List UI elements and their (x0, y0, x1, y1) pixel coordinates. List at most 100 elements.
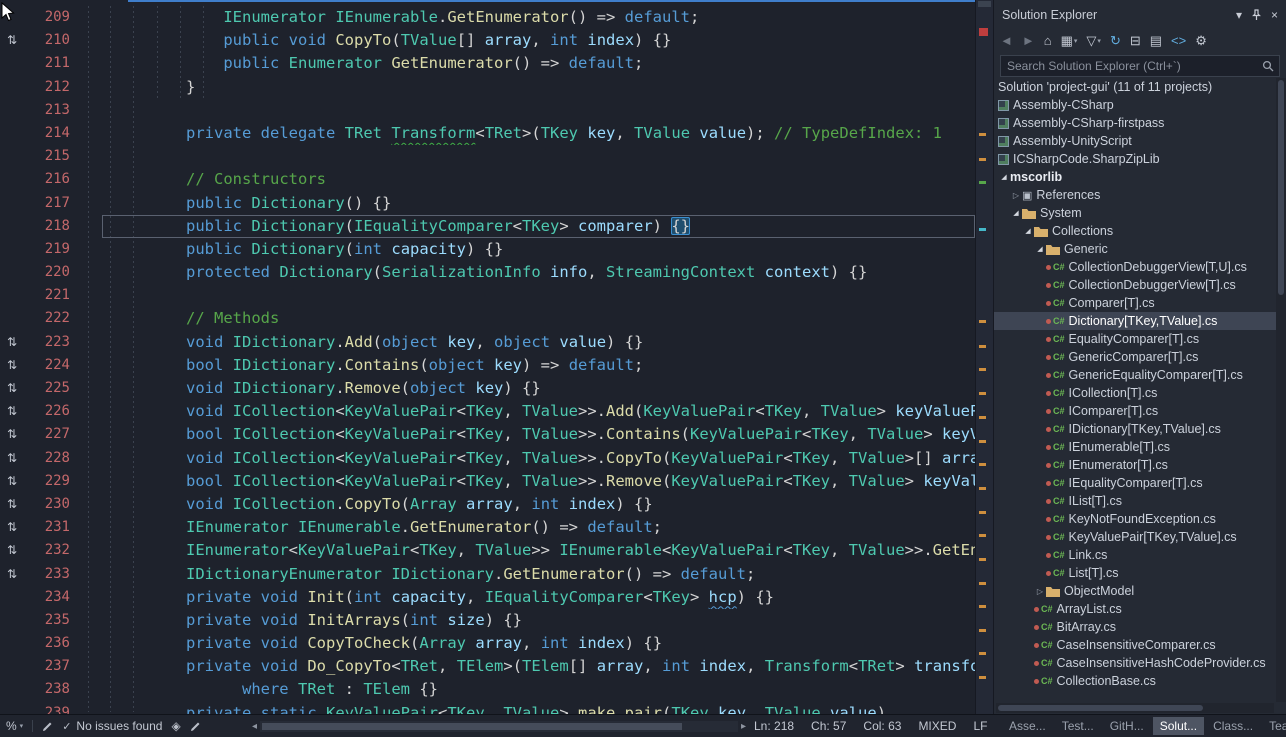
glyph-margin[interactable] (0, 678, 24, 701)
tool-tab-test[interactable]: Test... (1055, 717, 1101, 735)
code-text[interactable]: void ICollection<KeyValuePair<TKey, TVal… (102, 447, 975, 470)
tree-item-project[interactable]: Assembly-CSharp-firstpass (994, 114, 1276, 132)
code-text[interactable]: private void CopyToCheck(Array array, in… (102, 632, 975, 655)
tree-item-file[interactable]: C#ArrayList.cs (994, 600, 1276, 618)
tree-item-file[interactable]: C#IEqualityComparer[T].cs (994, 474, 1276, 492)
tree-item-file[interactable]: C#CollectionDebuggerView[T,U].cs (994, 258, 1276, 276)
tree-item-file[interactable]: C#Comparer[T].cs (994, 294, 1276, 312)
search-icon[interactable] (1262, 60, 1274, 72)
glyph-margin[interactable] (0, 238, 24, 261)
chevron-expanded-icon[interactable]: ◢ (1010, 209, 1022, 217)
code-text[interactable]: IEnumerator<KeyValuePair<TKey, TValue>> … (102, 539, 975, 562)
scroll-thumb[interactable] (1278, 80, 1284, 295)
tree-item-file[interactable]: C#EqualityComparer[T].cs (994, 330, 1276, 348)
glyph-margin[interactable] (0, 215, 24, 238)
explorer-vscrollbar[interactable] (1276, 78, 1286, 702)
glyph-margin[interactable] (0, 145, 24, 168)
glyph-margin[interactable] (0, 261, 24, 284)
pending-changes-filter-icon[interactable]: ▽▾ (1084, 32, 1103, 50)
override-indicator-icon[interactable]: ⇅ (0, 377, 24, 400)
override-indicator-icon[interactable]: ⇅ (0, 516, 24, 539)
pen-icon[interactable] (190, 721, 201, 732)
code-text[interactable] (102, 145, 975, 168)
override-indicator-icon[interactable]: ⇅ (0, 423, 24, 446)
close-icon[interactable]: × (1271, 8, 1278, 22)
tool-tab-asse[interactable]: Asse... (1002, 717, 1053, 735)
code-text[interactable] (102, 284, 975, 307)
code-text[interactable]: IEnumerator IEnumerable.GetEnumerator() … (102, 516, 975, 539)
pin-icon[interactable] (1251, 9, 1262, 21)
search-input[interactable] (1000, 55, 1280, 77)
forward-icon[interactable]: ► (1020, 32, 1037, 49)
glyph-margin[interactable] (0, 586, 24, 609)
tree-item-file[interactable]: C#ICollection[T].cs (994, 384, 1276, 402)
tree-item-folder[interactable]: ▷ObjectModel (994, 582, 1276, 600)
scroll-thumb[interactable] (998, 705, 1203, 711)
tree-item-file[interactable]: C#BitArray.cs (994, 618, 1276, 636)
code-text[interactable]: private void Init(int capacity, IEqualit… (102, 586, 975, 609)
code-text[interactable]: public Enumerator GetEnumerator() => def… (102, 52, 975, 75)
tree-item-file[interactable]: C#KeyNotFoundException.cs (994, 510, 1276, 528)
override-indicator-icon[interactable]: ⇅ (0, 470, 24, 493)
tree-item-project[interactable]: Assembly-CSharp (994, 96, 1276, 114)
properties-icon[interactable]: ⚙ (1193, 32, 1209, 50)
tree-item-file[interactable]: C#List[T].cs (994, 564, 1276, 582)
override-indicator-icon[interactable]: ⇅ (0, 29, 24, 52)
tree-item-folder[interactable]: ◢Generic (994, 240, 1276, 258)
view-code-icon[interactable]: <> (1169, 32, 1188, 49)
tree-item-file[interactable]: C#KeyValuePair[TKey,TValue].cs (994, 528, 1276, 546)
tree-item-file[interactable]: C#IEnumerable[T].cs (994, 438, 1276, 456)
glyph-margin[interactable] (0, 192, 24, 215)
switch-views-icon[interactable]: ▦▾ (1059, 32, 1080, 50)
code-text[interactable]: // Methods (102, 307, 975, 330)
tool-tab-solut[interactable]: Solut... (1153, 717, 1204, 735)
scroll-track[interactable] (260, 721, 738, 732)
diamond-icon[interactable]: ◈ (171, 719, 180, 733)
override-indicator-icon[interactable]: ⇅ (0, 400, 24, 423)
editor-pane[interactable]: 209 IEnumerator IEnumerable.GetEnumerato… (0, 0, 975, 714)
code-text[interactable]: protected Dictionary(SerializationInfo i… (102, 261, 975, 284)
code-text[interactable] (102, 99, 975, 122)
code-text[interactable]: public Dictionary(IEqualityComparer<TKey… (102, 215, 975, 238)
code-text[interactable]: private void InitArrays(int size) {} (102, 609, 975, 632)
tree-item-folder[interactable]: ◢Collections (994, 222, 1276, 240)
tree-item-assembly[interactable]: ◢mscorlib (994, 168, 1276, 186)
editor-vscrollbar[interactable] (975, 0, 993, 714)
glyph-margin[interactable] (0, 307, 24, 330)
show-all-files-icon[interactable]: ▤ (1148, 32, 1164, 50)
glyph-margin[interactable] (0, 609, 24, 632)
tree-item-file[interactable]: C#CollectionDebuggerView[T].cs (994, 276, 1276, 294)
glyph-margin[interactable] (0, 168, 24, 191)
code-text[interactable]: private static KeyValuePair<TKey, TValue… (102, 702, 975, 714)
split-handle[interactable] (978, 1, 991, 7)
override-indicator-icon[interactable]: ⇅ (0, 447, 24, 470)
tree-item-file[interactable]: C#Dictionary[TKey,TValue].cs (994, 312, 1276, 330)
tree-item-references[interactable]: ▷▣References (994, 186, 1276, 204)
code-text[interactable]: bool ICollection<KeyValuePair<TKey, TVal… (102, 423, 975, 446)
code-text[interactable]: where TRet : TElem {} (102, 678, 975, 701)
code-text[interactable]: void ICollection.CopyTo(Array array, int… (102, 493, 975, 516)
tree-item-solution[interactable]: Solution 'project-gui' (11 of 11 project… (994, 78, 1276, 96)
tree-item-file[interactable]: C#CaseInsensitiveComparer.cs (994, 636, 1276, 654)
code-text[interactable]: bool ICollection<KeyValuePair<TKey, TVal… (102, 470, 975, 493)
tool-tab-tea[interactable]: Tea... (1262, 717, 1286, 735)
code-text[interactable]: // Constructors (102, 168, 975, 191)
glyph-margin[interactable] (0, 655, 24, 678)
glyph-margin[interactable] (0, 632, 24, 655)
code-text[interactable]: IEnumerator IEnumerable.GetEnumerator() … (102, 6, 975, 29)
scroll-thumb[interactable] (262, 723, 682, 730)
override-indicator-icon[interactable]: ⇅ (0, 331, 24, 354)
code-text[interactable]: public Dictionary(int capacity) {} (102, 238, 975, 261)
tree-item-project[interactable]: ICSharpCode.SharpZipLib (994, 150, 1276, 168)
code-text[interactable]: void ICollection<KeyValuePair<TKey, TVal… (102, 400, 975, 423)
tree-item-file[interactable]: C#IList[T].cs (994, 492, 1276, 510)
home-icon[interactable]: ⌂ (1042, 32, 1054, 49)
code-text[interactable]: private delegate TRet Transform<TRet>(TK… (102, 122, 975, 145)
override-indicator-icon[interactable]: ⇅ (0, 493, 24, 516)
scroll-left-icon[interactable]: ◂ (252, 721, 257, 732)
code-text[interactable]: public Dictionary() {} (102, 192, 975, 215)
glyph-margin[interactable] (0, 76, 24, 99)
chevron-expanded-icon[interactable]: ◢ (1034, 245, 1046, 253)
glyph-margin[interactable] (0, 52, 24, 75)
tree-item-file[interactable]: C#IEnumerator[T].cs (994, 456, 1276, 474)
